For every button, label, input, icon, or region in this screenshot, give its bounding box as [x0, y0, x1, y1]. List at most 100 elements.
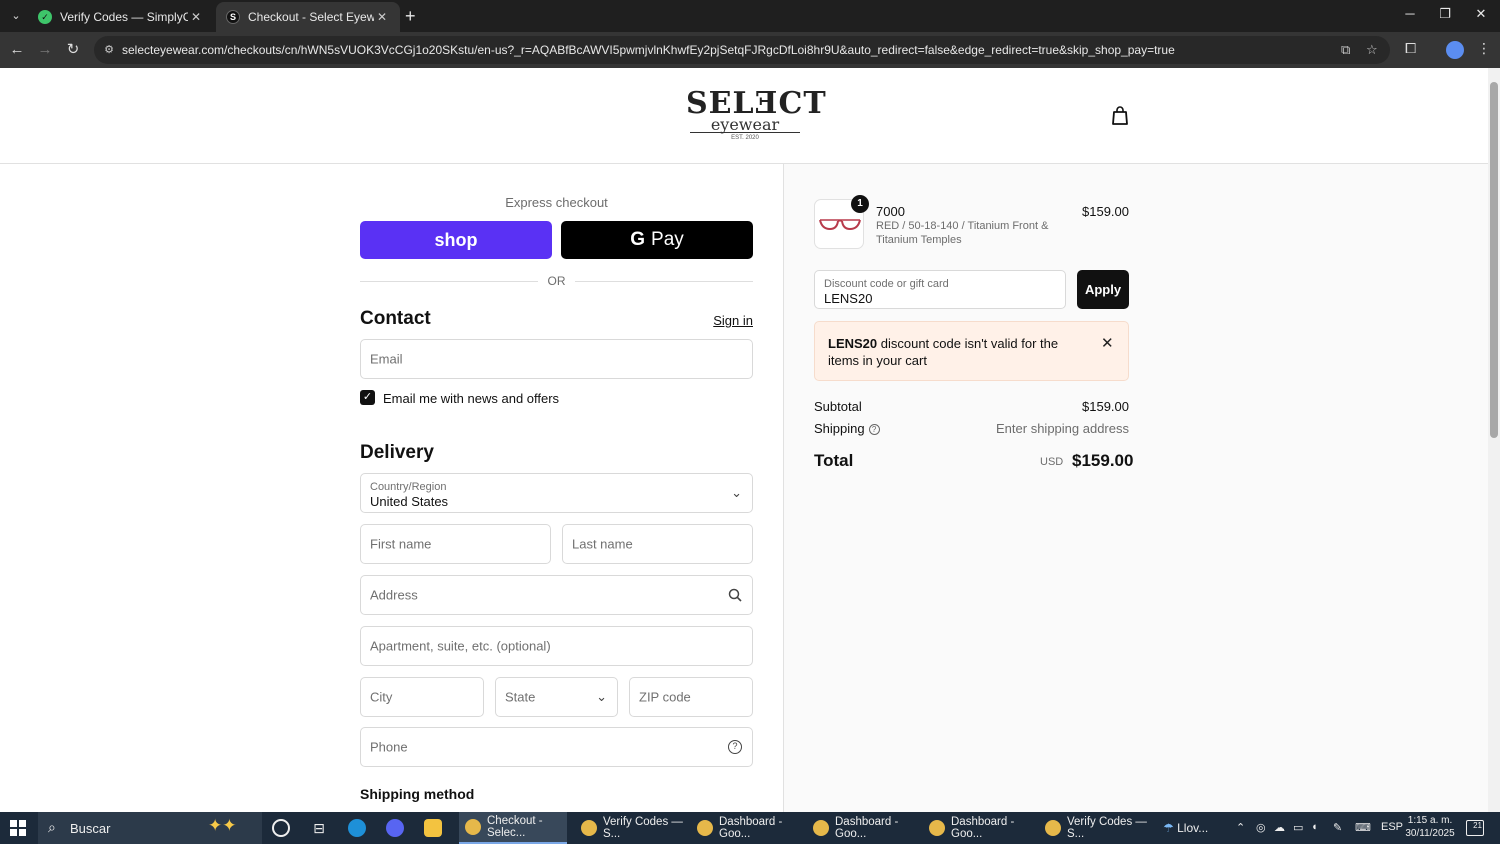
edge-browser-icon[interactable] [348, 819, 366, 837]
network-icon[interactable]: ▭ [1293, 821, 1303, 834]
input-language[interactable]: ESP [1381, 821, 1403, 833]
shipping-label: Shipping [814, 421, 865, 436]
taskbar-app-checkout[interactable]: Checkout - Selec... [459, 812, 567, 844]
windows-taskbar: ⌕ Buscar ✦✦ ⊟ Checkout - Selec... Verify… [0, 812, 1500, 844]
tray-app-icon[interactable]: ◎ [1256, 821, 1266, 834]
chrome-icon [581, 820, 597, 836]
chevron-down-icon: ⌄ [596, 689, 607, 704]
or-label: OR [547, 274, 566, 288]
tab-label: Checkout - Select Eyewear [248, 10, 374, 24]
new-tab-plus-icon[interactable]: + [405, 6, 416, 26]
phone-field[interactable]: Phone ? [360, 727, 753, 767]
taskbar-app-label: Dashboard - Goo... [719, 816, 783, 840]
help-question-icon[interactable]: ? [728, 740, 742, 754]
close-icon[interactable]: ✕ [1101, 334, 1114, 352]
back-arrow-icon[interactable]: ← [7, 40, 27, 60]
translate-icon[interactable]: ⧉ [1341, 42, 1350, 58]
windows-start-icon[interactable] [10, 820, 26, 836]
email-placeholder: Email [370, 351, 403, 367]
discount-code-field[interactable]: Discount code or gift card LENS20 [814, 270, 1066, 309]
extensions-puzzle-icon[interactable]: ⧠ [1405, 40, 1416, 57]
shop-pay-button[interactable]: shop [360, 221, 552, 259]
browser-tab-simplycodes[interactable]: ✓ Verify Codes — SimplyCodes ✕ [28, 2, 214, 32]
bookmark-star-icon[interactable]: ☆ [1366, 42, 1378, 58]
task-view-icon[interactable]: ⊟ [310, 819, 328, 837]
url-text[interactable]: selecteyewear.com/checkouts/cn/hWN5sVUOK… [122, 43, 1332, 57]
address-field[interactable]: Address [360, 575, 753, 615]
total-label: Total [814, 451, 854, 470]
logo-main-text: SELƎCT [686, 86, 827, 121]
clock-date: 30/11/2025 [1405, 828, 1455, 839]
reload-icon[interactable]: ↻ [63, 40, 83, 60]
pen-icon[interactable]: ✎ [1333, 821, 1342, 834]
menu-kebab-icon[interactable]: ⋮ [1477, 40, 1491, 57]
last-name-placeholder: Last name [572, 536, 633, 552]
weather-widget[interactable]: ☂ Llov... [1163, 821, 1208, 835]
zip-code-field[interactable]: ZIP code [629, 677, 753, 717]
search-icon: ⌕ [48, 819, 56, 835]
cortana-circle-icon[interactable] [272, 819, 290, 837]
discord-icon[interactable] [386, 819, 404, 837]
google-pay-button[interactable]: G Pay [561, 221, 753, 259]
taskbar-app-verify-codes[interactable]: Verify Codes — S... [1039, 812, 1147, 844]
address-bar[interactable]: ⚙ selecteyewear.com/checkouts/cn/hWN5sVU… [94, 36, 1390, 64]
city-field[interactable]: City [360, 677, 484, 717]
taskbar-app-label: Verify Codes — S... [1067, 816, 1147, 840]
last-name-field[interactable]: Last name [562, 524, 753, 564]
shopping-bag-icon[interactable] [1111, 106, 1129, 126]
system-clock[interactable]: 1:15 a. m. 30/11/2025 [1402, 814, 1458, 840]
taskbar-app-dashboard[interactable]: Dashboard - Goo... [807, 812, 915, 844]
close-window-icon[interactable]: ✕ [1466, 6, 1496, 22]
scrollbar-thumb[interactable] [1490, 82, 1498, 438]
chrome-icon [1045, 820, 1061, 836]
product-variant: RED / 50-18-140 / Titanium Front & Titan… [876, 220, 1049, 246]
news-offers-label[interactable]: Email me with news and offers [383, 391, 559, 406]
notification-center-icon[interactable]: 21 [1466, 820, 1484, 836]
taskbar-app-label: Verify Codes — S... [603, 816, 683, 840]
notification-count: 21 [1473, 821, 1482, 830]
chrome-icon [929, 820, 945, 836]
apply-discount-button[interactable]: Apply [1077, 270, 1129, 309]
news-offers-checkbox[interactable]: ✓ [360, 390, 375, 405]
country-select[interactable]: Country/Region United States ⌄ [360, 473, 753, 513]
page-scrollbar[interactable] [1488, 68, 1500, 812]
onedrive-cloud-icon[interactable]: ☁ [1274, 821, 1285, 834]
volume-icon[interactable]: ◖ [1311, 821, 1318, 833]
site-info-icon[interactable]: ⚙ [102, 43, 116, 57]
apartment-field[interactable]: Apartment, suite, etc. (optional) [360, 626, 753, 666]
browser-toolbar: ← → ↻ ⚙ selecteyewear.com/checkouts/cn/h… [0, 32, 1500, 68]
file-explorer-icon[interactable] [424, 819, 442, 837]
email-field[interactable]: Email [360, 339, 753, 379]
help-question-icon[interactable]: ? [868, 424, 880, 436]
store-logo[interactable]: SELƎCT eyewear EST. 2020 [686, 86, 827, 142]
discount-label: Discount code or gift card [824, 278, 949, 290]
taskbar-app-dashboard[interactable]: Dashboard - Goo... [691, 812, 799, 844]
browser-tab-checkout[interactable]: S Checkout - Select Eyewear ✕ [216, 2, 400, 32]
keyboard-icon[interactable]: ⌨ [1355, 821, 1371, 834]
minimize-icon[interactable]: ─ [1395, 6, 1425, 21]
quantity-badge: 1 [851, 195, 869, 213]
tab-search-chevron-icon[interactable]: ⌄ [6, 6, 26, 26]
first-name-field[interactable]: First name [360, 524, 551, 564]
taskbar-app-verify-codes[interactable]: Verify Codes — S... [575, 812, 683, 844]
chrome-icon [697, 820, 713, 836]
close-tab-icon[interactable]: ✕ [188, 10, 204, 24]
total-currency: USD [1040, 456, 1064, 468]
taskbar-search[interactable]: ⌕ Buscar ✦✦ [38, 812, 262, 844]
sign-in-link[interactable]: Sign in [700, 313, 753, 328]
total-value: $159.00 [1072, 451, 1134, 470]
profile-avatar[interactable] [1446, 41, 1464, 59]
country-value: United States [370, 494, 449, 509]
restore-icon[interactable]: ❐ [1430, 6, 1460, 22]
show-hidden-icons-chevron-icon[interactable]: ⌃ [1236, 821, 1245, 834]
state-placeholder: State [505, 689, 536, 705]
google-g-icon: G [630, 229, 646, 250]
shipping-row: Shipping? [814, 421, 880, 436]
taskbar-app-dashboard[interactable]: Dashboard - Goo... [923, 812, 1031, 844]
close-tab-icon[interactable]: ✕ [374, 10, 390, 24]
zip-placeholder: ZIP code [639, 689, 691, 705]
store-header: SELƎCT eyewear EST. 2020 [0, 68, 1488, 164]
forward-arrow-icon[interactable]: → [35, 40, 55, 60]
rain-cloud-icon: ☂ [1163, 821, 1174, 835]
state-select[interactable]: State ⌄ [495, 677, 618, 717]
